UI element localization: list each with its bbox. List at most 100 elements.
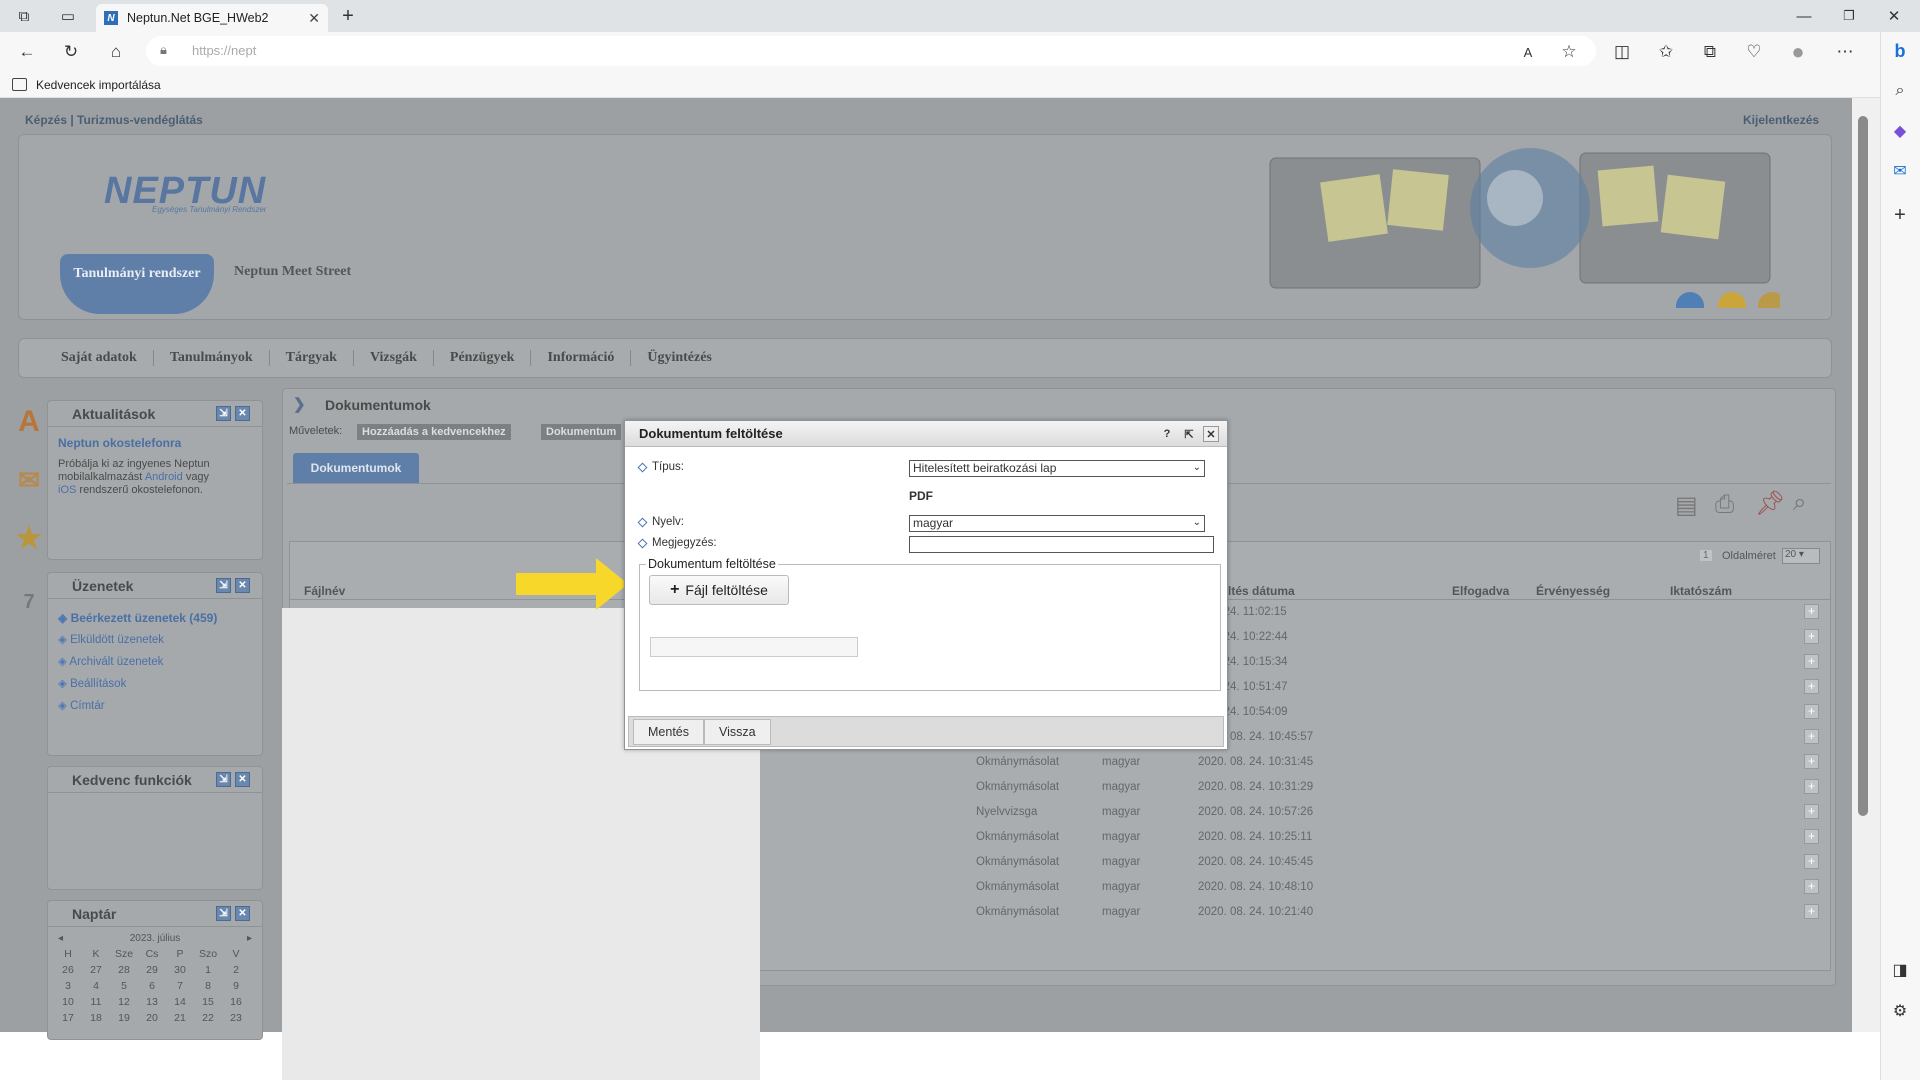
restore-icon[interactable]: ❐ bbox=[1839, 6, 1859, 26]
calendar-day[interactable]: 3 bbox=[54, 980, 82, 992]
menu-exams[interactable]: Vizsgák bbox=[354, 350, 434, 366]
inbox-link[interactable]: Beérkezett üzenetek (459) bbox=[71, 611, 218, 625]
read-aloud-icon[interactable]: A bbox=[1515, 39, 1541, 65]
calendar-day[interactable]: 17 bbox=[54, 1012, 82, 1024]
news-item-title[interactable]: Neptun okostelefonra bbox=[58, 437, 252, 450]
pin-icon[interactable]: 📌︎ bbox=[1755, 489, 1785, 518]
tab-documents[interactable]: Dokumentumok bbox=[293, 453, 419, 483]
calendar-day[interactable]: 12 bbox=[110, 996, 138, 1008]
logout-link[interactable]: Kijelentkezés bbox=[1743, 113, 1819, 127]
row-expand-icon[interactable]: + bbox=[1804, 854, 1819, 869]
calendar-day[interactable]: 18 bbox=[82, 1012, 110, 1024]
save-button[interactable]: Mentés bbox=[633, 718, 704, 745]
document-action-button[interactable]: Dokumentum bbox=[541, 424, 622, 440]
calendar-day[interactable]: 23 bbox=[222, 1012, 250, 1024]
tab-actions-icon[interactable]: ▭ bbox=[58, 6, 78, 26]
sent-link[interactable]: Elküldött üzenetek bbox=[70, 634, 164, 646]
sidebar-settings-icon[interactable]: ⚙ bbox=[1883, 998, 1917, 1024]
panel-settings-icon[interactable]: ⇲ bbox=[216, 906, 231, 921]
next-month-icon[interactable]: ▸ bbox=[247, 933, 252, 944]
menu-finances[interactable]: Pénzügyek bbox=[434, 350, 532, 366]
calendar-day[interactable]: 22 bbox=[194, 1012, 222, 1024]
browser-tab[interactable]: N Neptun.Net BGE_HWeb2 ✕ bbox=[96, 4, 328, 32]
back-button[interactable]: Vissza bbox=[704, 718, 771, 745]
calendar-day[interactable]: 4 bbox=[82, 980, 110, 992]
calendar-day[interactable]: 9 bbox=[222, 980, 250, 992]
calendar-day[interactable]: 20 bbox=[138, 1012, 166, 1024]
android-link[interactable]: Android bbox=[145, 471, 183, 483]
collections-icon[interactable]: ⧉ bbox=[1697, 39, 1723, 65]
new-tab-icon[interactable]: + bbox=[338, 5, 358, 27]
home-icon[interactable]: ⌂ bbox=[103, 39, 129, 65]
calendar-day[interactable]: 14 bbox=[166, 996, 194, 1008]
row-expand-icon[interactable]: + bbox=[1804, 604, 1819, 619]
upload-file-button[interactable]: + Fájl feltöltése bbox=[649, 575, 789, 605]
calendar-day[interactable]: 11 bbox=[82, 996, 110, 1008]
panel-close-icon[interactable]: ✕ bbox=[235, 578, 250, 593]
search-icon[interactable]: ⌕ bbox=[1883, 78, 1917, 104]
bing-chat-icon[interactable]: b bbox=[1883, 38, 1917, 64]
page-size-select[interactable]: 20 ▾ bbox=[1782, 548, 1820, 564]
add-to-favorites-button[interactable]: Hozzáadás a kedvencekhez bbox=[357, 424, 511, 440]
row-expand-icon[interactable]: + bbox=[1804, 779, 1819, 794]
page-number[interactable]: 1 bbox=[1700, 550, 1712, 561]
panel-settings-icon[interactable]: ⇲ bbox=[216, 406, 231, 421]
menu-subjects[interactable]: Tárgyak bbox=[270, 350, 354, 366]
row-expand-icon[interactable]: + bbox=[1804, 879, 1819, 894]
row-expand-icon[interactable]: + bbox=[1804, 904, 1819, 919]
col-validity[interactable]: Érvényesség bbox=[1536, 584, 1610, 598]
add-sidebar-app-icon[interactable]: + bbox=[1883, 202, 1917, 228]
calendar-day[interactable]: 30 bbox=[166, 964, 194, 976]
hide-sidebar-icon[interactable]: ◨ bbox=[1883, 957, 1917, 983]
calendar-day[interactable]: 16 bbox=[222, 996, 250, 1008]
split-screen-icon[interactable]: ◫ bbox=[1609, 39, 1635, 65]
col-registration-number[interactable]: Iktatószám bbox=[1670, 584, 1732, 598]
dialog-close-icon[interactable]: ✕ bbox=[1203, 426, 1219, 442]
col-accepted[interactable]: Elfogadva bbox=[1452, 584, 1509, 598]
directory-link[interactable]: Címtár bbox=[70, 700, 105, 712]
tab-meet-street[interactable]: Neptun Meet Street bbox=[234, 264, 351, 280]
export-excel-icon[interactable]: ▤ bbox=[1675, 491, 1698, 520]
calendar-day[interactable]: 21 bbox=[166, 1012, 194, 1024]
help-icon[interactable]: ? bbox=[1159, 426, 1175, 442]
training-links[interactable]: Képzés | Turizmus-vendéglátás bbox=[25, 113, 203, 127]
search-magnifier-icon[interactable]: ⌕ bbox=[1793, 489, 1806, 517]
note-input[interactable] bbox=[909, 536, 1214, 553]
panel-settings-icon[interactable]: ⇲ bbox=[216, 772, 231, 787]
back-icon[interactable]: ← bbox=[14, 39, 40, 65]
close-window-icon[interactable]: ✕ bbox=[1884, 6, 1904, 26]
browser-essentials-icon[interactable]: ♡ bbox=[1741, 39, 1767, 65]
panel-close-icon[interactable]: ✕ bbox=[235, 772, 250, 787]
menu-studies[interactable]: Tanulmányok bbox=[154, 350, 270, 366]
minimize-icon[interactable]: — bbox=[1794, 6, 1814, 26]
calendar-day[interactable]: 2 bbox=[222, 964, 250, 976]
panel-settings-icon[interactable]: ⇲ bbox=[216, 578, 231, 593]
row-expand-icon[interactable]: + bbox=[1804, 729, 1819, 744]
panel-close-icon[interactable]: ✕ bbox=[235, 406, 250, 421]
row-expand-icon[interactable]: + bbox=[1804, 654, 1819, 669]
row-expand-icon[interactable]: + bbox=[1804, 629, 1819, 644]
calendar-day[interactable]: 29 bbox=[138, 964, 166, 976]
address-bar[interactable]: 🔒︎ https://nept bbox=[146, 36, 1596, 66]
refresh-icon[interactable]: ↻ bbox=[58, 39, 84, 65]
print-icon[interactable]: ⎙ bbox=[1715, 491, 1734, 519]
calendar-day[interactable]: 28 bbox=[110, 964, 138, 976]
popout-icon[interactable]: ⇱ bbox=[1181, 426, 1197, 442]
copilot-icon[interactable]: ◆ bbox=[1883, 118, 1917, 144]
row-expand-icon[interactable]: + bbox=[1804, 804, 1819, 819]
menu-administration[interactable]: Ügyintézés bbox=[631, 350, 728, 366]
language-select[interactable]: magyar ⌄ bbox=[909, 515, 1205, 532]
menu-own-data[interactable]: Saját adatok bbox=[45, 350, 154, 366]
calendar-day[interactable]: 10 bbox=[54, 996, 82, 1008]
calendar-day[interactable]: 6 bbox=[138, 980, 166, 992]
page-scrollbar[interactable] bbox=[1852, 98, 1880, 1032]
row-expand-icon[interactable]: + bbox=[1804, 754, 1819, 769]
ios-link[interactable]: iOS bbox=[58, 484, 76, 496]
calendar-day[interactable]: 13 bbox=[138, 996, 166, 1008]
col-filename[interactable]: Fájlnév bbox=[304, 584, 345, 598]
prev-month-icon[interactable]: ◂ bbox=[58, 933, 63, 944]
row-expand-icon[interactable]: + bbox=[1804, 829, 1819, 844]
calendar-day[interactable]: 1 bbox=[194, 964, 222, 976]
tab-study-system[interactable]: Tanulmányi rendszer bbox=[60, 254, 214, 314]
settings-link[interactable]: Beállítások bbox=[70, 678, 126, 690]
